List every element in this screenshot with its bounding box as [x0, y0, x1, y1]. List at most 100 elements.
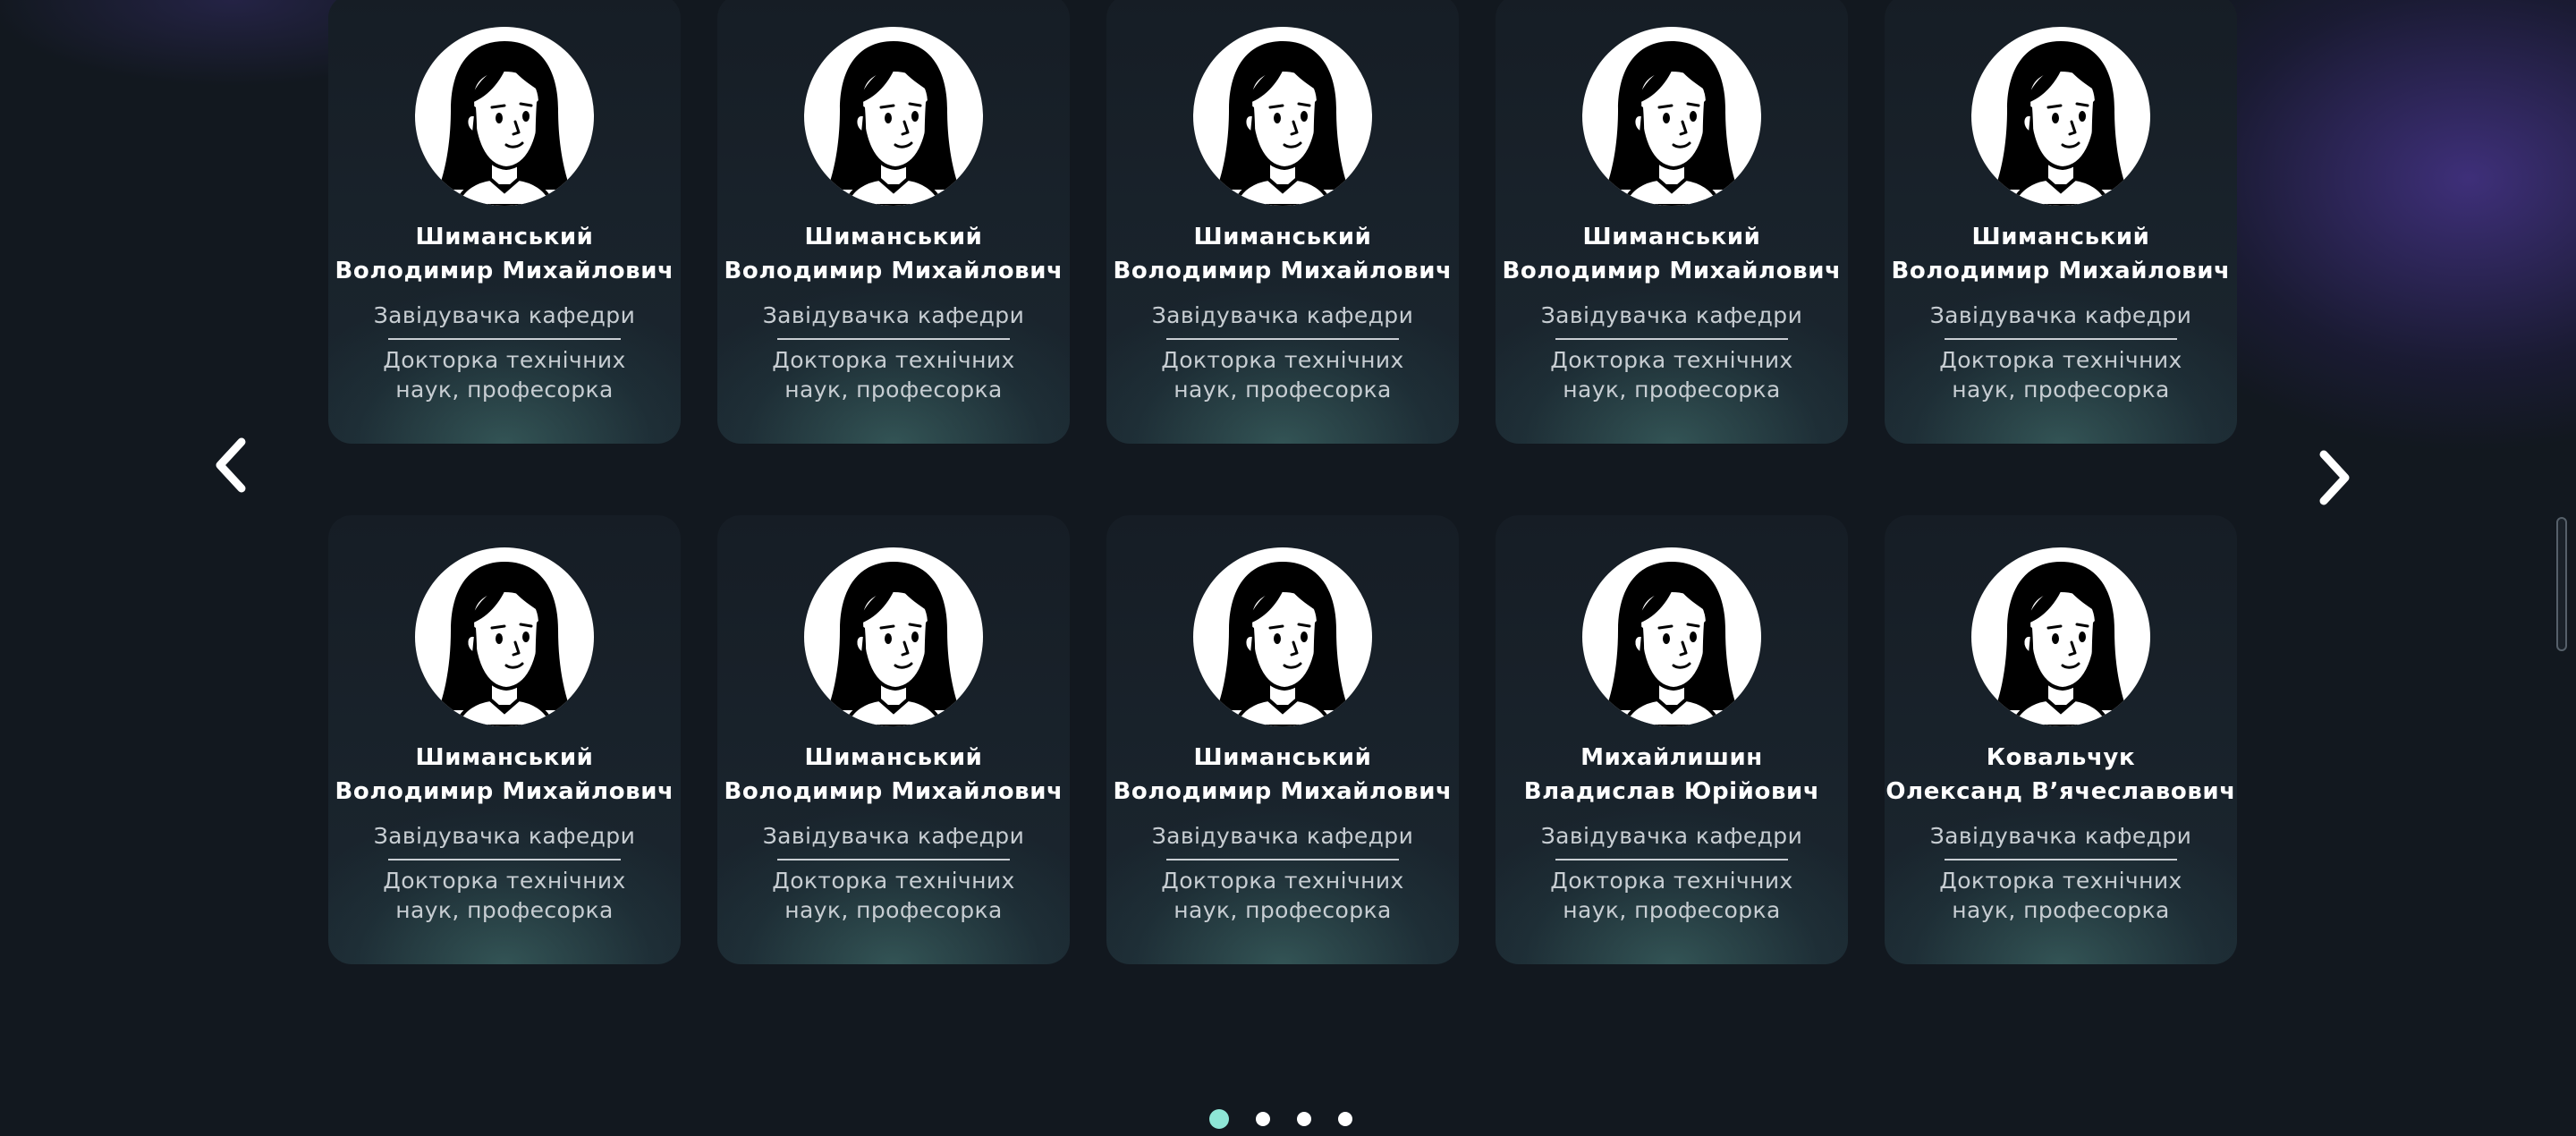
woman-avatar-icon: [1216, 41, 1349, 206]
woman-avatar-icon: [415, 27, 594, 206]
member-given-names: Володимир Михайлович: [335, 258, 674, 284]
member-degree-line1: Докторка технічних: [1161, 347, 1404, 373]
divider: [1945, 338, 2177, 340]
member-degree-line2: наук, професорка: [1952, 377, 2170, 403]
carousel-prev-button[interactable]: [204, 429, 258, 501]
member-name: Шиманський Володимир Михайлович: [724, 220, 1063, 288]
woman-avatar-icon: [415, 547, 594, 726]
team-member-card[interactable]: Шиманський Володимир Михайлович Завідува…: [717, 0, 1070, 444]
member-degree-line2: наук, професорка: [1952, 897, 2170, 923]
woman-avatar-icon: [804, 547, 983, 726]
member-degree-line2: наук, професорка: [395, 897, 614, 923]
member-degree-line1: Докторка технічних: [772, 347, 1015, 373]
member-given-names: Володимир Михайлович: [1113, 778, 1453, 805]
member-degree: Докторка технічних наук, професорка: [370, 345, 639, 404]
member-position: Завідувачка кафедри: [373, 302, 636, 328]
member-given-names: Олександ В’ячеславович: [1885, 778, 2236, 805]
team-member-card[interactable]: Ковальчук Олександ В’ячеславович Завідув…: [1885, 515, 2237, 964]
divider: [1555, 859, 1788, 860]
team-member-card[interactable]: Шиманський Володимир Михайлович Завідува…: [1106, 0, 1459, 444]
member-name: Шиманський Володимир Михайлович: [1503, 220, 1842, 288]
pagination-dot-4[interactable]: [1338, 1112, 1352, 1126]
woman-avatar-icon: [1606, 41, 1738, 206]
member-degree: Докторка технічних наук, професорка: [759, 866, 1028, 925]
member-surname: Шиманський: [804, 224, 983, 250]
member-degree-line2: наук, професорка: [784, 377, 1003, 403]
divider: [777, 338, 1010, 340]
woman-avatar-icon: [1193, 547, 1372, 726]
member-degree: Докторка технічних наук, професорка: [1538, 866, 1806, 925]
member-degree-line1: Докторка технічних: [1550, 868, 1793, 894]
team-member-card[interactable]: Шиманський Володимир Михайлович Завідува…: [328, 515, 681, 964]
member-given-names: Володимир Михайлович: [1502, 258, 1842, 284]
member-given-names: Володимир Михайлович: [1113, 258, 1453, 284]
team-member-card[interactable]: Шиманський Володимир Михайлович Завідува…: [328, 0, 681, 444]
pagination-dot-2[interactable]: [1256, 1112, 1270, 1126]
member-degree: Докторка технічних наук, професорка: [1148, 866, 1417, 925]
team-member-card[interactable]: Шиманський Володимир Михайлович Завідува…: [717, 515, 1070, 964]
member-name: Шиманський Володимир Михайлович: [335, 741, 674, 809]
chevron-left-icon: [216, 437, 246, 493]
member-degree-line1: Докторка технічних: [772, 868, 1015, 894]
member-position: Завідувачка кафедри: [373, 823, 636, 849]
member-position: Завідувачка кафедри: [1929, 823, 2192, 849]
member-degree-line1: Докторка технічних: [1939, 868, 2182, 894]
member-surname: Шиманський: [1193, 224, 1372, 250]
member-degree: Докторка технічних наук, професорка: [1927, 866, 2195, 925]
woman-avatar-icon: [438, 562, 571, 726]
member-position: Завідувачка кафедри: [1151, 302, 1414, 328]
team-member-card[interactable]: Шиманський Володимир Михайлович Завідува…: [1496, 0, 1848, 444]
member-degree: Докторка технічних наук, професорка: [370, 866, 639, 925]
member-position: Завідувачка кафедри: [1151, 823, 1414, 849]
member-degree-line2: наук, професорка: [1174, 897, 1392, 923]
member-given-names: Владислав Юрійович: [1523, 778, 1820, 805]
member-surname: Михайлишин: [1580, 744, 1763, 771]
team-member-card[interactable]: Шиманський Володимир Михайлович Завідува…: [1106, 515, 1459, 964]
member-surname: Шиманський: [1582, 224, 1761, 250]
woman-avatar-icon: [1193, 27, 1372, 206]
woman-avatar-icon: [1582, 27, 1761, 206]
member-name: Шиманський Володимир Михайлович: [1892, 220, 2231, 288]
member-name: Шиманський Володимир Михайлович: [724, 741, 1063, 809]
divider: [388, 859, 621, 860]
member-position: Завідувачка кафедри: [762, 823, 1025, 849]
member-degree: Докторка технічних наук, професорка: [1538, 345, 1806, 404]
divider: [777, 859, 1010, 860]
team-member-card[interactable]: Шиманський Володимир Михайлович Завідува…: [1885, 0, 2237, 444]
member-degree: Докторка технічних наук, професорка: [759, 345, 1028, 404]
member-name: Шиманський Володимир Михайлович: [1114, 220, 1453, 288]
member-position: Завідувачка кафедри: [1929, 302, 2192, 328]
team-grid-row-2: Шиманський Володимир Михайлович Завідува…: [328, 515, 2237, 964]
woman-avatar-icon: [1971, 27, 2150, 206]
team-member-card[interactable]: Михайлишин Владислав Юрійович Завідувачк…: [1496, 515, 1848, 964]
member-given-names: Володимир Михайлович: [724, 258, 1063, 284]
member-given-names: Володимир Михайлович: [335, 778, 674, 805]
team-page: Шиманський Володимир Михайлович Завідува…: [0, 0, 2576, 1136]
divider: [1945, 859, 2177, 860]
chevron-right-icon: [2319, 450, 2350, 505]
woman-avatar-icon: [438, 41, 571, 206]
member-surname: Шиманський: [1971, 224, 2150, 250]
member-degree-line2: наук, професорка: [395, 377, 614, 403]
woman-avatar-icon: [827, 562, 960, 726]
divider: [388, 338, 621, 340]
team-grid-row-1: Шиманський Володимир Михайлович Завідува…: [328, 0, 2237, 444]
divider: [1166, 859, 1399, 860]
woman-avatar-icon: [1216, 562, 1349, 726]
member-degree-line1: Докторка технічних: [383, 347, 626, 373]
member-degree-line2: наук, професорка: [1174, 377, 1392, 403]
woman-avatar-icon: [1582, 547, 1761, 726]
member-position: Завідувачка кафедри: [1540, 823, 1803, 849]
member-name: Шиманський Володимир Михайлович: [1114, 741, 1453, 809]
member-surname: Ковальчук: [1986, 744, 2136, 771]
member-degree: Докторка технічних наук, професорка: [1148, 345, 1417, 404]
pagination-dot-3[interactable]: [1297, 1112, 1311, 1126]
member-position: Завідувачка кафедри: [762, 302, 1025, 328]
woman-avatar-icon: [1606, 562, 1738, 726]
member-surname: Шиманський: [415, 744, 594, 771]
pagination-dot-1[interactable]: [1209, 1109, 1229, 1129]
carousel-next-button[interactable]: [2308, 442, 2361, 513]
scrollbar[interactable]: [2556, 517, 2567, 651]
carousel-pagination: [1209, 1109, 1352, 1129]
member-position: Завідувачка кафедри: [1540, 302, 1803, 328]
